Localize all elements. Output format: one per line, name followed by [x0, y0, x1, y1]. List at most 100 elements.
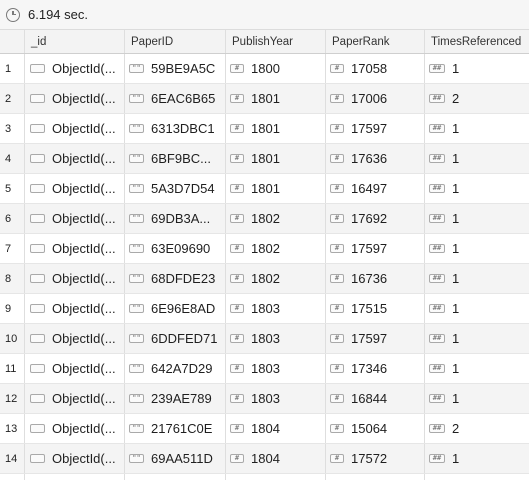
cell-paperid[interactable]: "" 6E96E8AD — [125, 294, 226, 323]
cell-id[interactable]: ObjectId(... — [25, 414, 125, 443]
cell-id[interactable]: ObjectId(... — [25, 174, 125, 203]
column-header-id[interactable]: _id — [25, 30, 125, 53]
cell-publishyear[interactable]: #1801 — [226, 84, 326, 113]
cell-publishyear[interactable]: #1803 — [226, 294, 326, 323]
cell-publishyear[interactable]: #1802 — [226, 264, 326, 293]
cell-timesreferenced[interactable]: ## 2 — [425, 414, 529, 443]
cell-paperid[interactable]: "" 68DFDE23 — [125, 264, 226, 293]
row-number[interactable]: 14 — [0, 444, 25, 473]
cell-id[interactable]: ObjectId(... — [25, 54, 125, 83]
row-number[interactable]: 7 — [0, 234, 25, 263]
cell-timesreferenced[interactable]: ## 1 — [425, 354, 529, 383]
cell-timesreferenced[interactable]: ## 1 — [425, 264, 529, 293]
cell-publishyear[interactable]: #1803 — [226, 324, 326, 353]
row-number[interactable]: 4 — [0, 144, 25, 173]
row-number[interactable]: 13 — [0, 414, 25, 443]
cell-paperid[interactable]: "" 6DDFED71 — [125, 324, 226, 353]
cell-publishyear[interactable]: #1802 — [226, 204, 326, 233]
cell-id[interactable]: ObjectId(... — [25, 204, 125, 233]
row-number[interactable]: 6 — [0, 204, 25, 233]
cell-paperrank[interactable]: #17597 — [326, 114, 425, 143]
table-row[interactable]: 8 ObjectId(... "" 68DFDE23 #1802 #16736 ## 1 — [0, 264, 529, 294]
cell-paperid[interactable]: "" 6BF9BC... — [125, 144, 226, 173]
row-number[interactable]: 8 — [0, 264, 25, 293]
cell-paperrank[interactable]: #16736 — [326, 264, 425, 293]
cell-publishyear[interactable]: #1802 — [226, 234, 326, 263]
cell-publishyear[interactable]: #1804 — [226, 414, 326, 443]
row-number[interactable]: 9 — [0, 294, 25, 323]
cell-paperid[interactable]: "" 21761C0E — [125, 414, 226, 443]
cell-id[interactable]: ObjectId(... — [25, 264, 125, 293]
cell-paperid[interactable]: "" 239AE789 — [125, 384, 226, 413]
row-number[interactable]: 10 — [0, 324, 25, 353]
cell-publishyear[interactable]: #1801 — [226, 174, 326, 203]
cell-publishyear[interactable]: #1804 — [226, 444, 326, 473]
table-row[interactable]: 5 ObjectId(... "" 5A3D7D54 #1801 #16497 ## 1 — [0, 174, 529, 204]
cell-timesreferenced[interactable]: ## 1 — [425, 384, 529, 413]
cell-timesreferenced[interactable]: ## 1 — [425, 294, 529, 323]
table-row[interactable]: 9 ObjectId(... "" 6E96E8AD #1803 #17515 ## 1 — [0, 294, 529, 324]
cell-paperrank[interactable]: #16844 — [326, 384, 425, 413]
column-header-paperrank[interactable]: PaperRank — [326, 30, 425, 53]
cell-timesreferenced[interactable]: ## 1 — [425, 234, 529, 263]
cell-paperrank[interactable]: #17597 — [326, 324, 425, 353]
table-row[interactable]: 6 ObjectId(... "" 69DB3A... #1802 #17692 ## 1 — [0, 204, 529, 234]
row-number[interactable]: 5 — [0, 174, 25, 203]
table-row[interactable]: 2 ObjectId(... "" 6EAC6B65 #1801 #17006 ## 2 — [0, 84, 529, 114]
cell-paperid[interactable]: "" 69AA511D — [125, 444, 226, 473]
cell-id[interactable]: ObjectId(... — [25, 114, 125, 143]
row-number[interactable]: 11 — [0, 354, 25, 383]
table-row[interactable]: 13 ObjectId(... "" 21761C0E #1804 #15064 ## 2 — [0, 414, 529, 444]
cell-paperid[interactable]: "" 6313DBC1 — [125, 114, 226, 143]
cell-id[interactable]: ObjectId(... — [25, 84, 125, 113]
cell-paperrank[interactable]: #15064 — [326, 414, 425, 443]
cell-paperrank[interactable]: #17636 — [326, 144, 425, 173]
table-row[interactable]: 4 ObjectId(... "" 6BF9BC... #1801 #17636 ## 1 — [0, 144, 529, 174]
cell-paperrank[interactable]: #17692 — [326, 204, 425, 233]
column-header-paperid[interactable]: PaperID — [125, 30, 226, 53]
cell-paperrank[interactable]: #17572 — [326, 444, 425, 473]
cell-timesreferenced[interactable]: ## 2 — [425, 84, 529, 113]
cell-timesreferenced[interactable]: ## 1 — [425, 114, 529, 143]
table-row[interactable]: 3 ObjectId(... "" 6313DBC1 #1801 #17597 ## 1 — [0, 114, 529, 144]
cell-paperrank[interactable]: #17006 — [326, 84, 425, 113]
cell-paperrank[interactable]: #17346 — [326, 354, 425, 383]
cell-timesreferenced[interactable]: ## 1 — [425, 144, 529, 173]
table-row[interactable]: 1 ObjectId(... "" 59BE9A5C #1800 #17058 ## 1 — [0, 54, 529, 84]
row-number[interactable]: 12 — [0, 384, 25, 413]
cell-publishyear[interactable]: #1801 — [226, 144, 326, 173]
cell-id[interactable]: ObjectId(... — [25, 444, 125, 473]
cell-id[interactable]: ObjectId(... — [25, 384, 125, 413]
cell-timesreferenced[interactable]: ## 1 — [425, 204, 529, 233]
table-row[interactable]: 12 ObjectId(... "" 239AE789 #1803 #16844 ## 1 — [0, 384, 529, 414]
cell-paperid[interactable]: "" 63E09690 — [125, 234, 226, 263]
cell-id[interactable]: ObjectId(... — [25, 324, 125, 353]
cell-publishyear[interactable]: #1803 — [226, 384, 326, 413]
row-number[interactable]: 2 — [0, 84, 25, 113]
cell-timesreferenced[interactable]: ## 1 — [425, 174, 529, 203]
cell-id[interactable]: ObjectId(... — [25, 234, 125, 263]
cell-publishyear[interactable]: #1800 — [226, 54, 326, 83]
cell-timesreferenced[interactable]: ## 1 — [425, 444, 529, 473]
cell-id[interactable]: ObjectId(... — [25, 144, 125, 173]
row-number[interactable]: 3 — [0, 114, 25, 143]
cell-paperrank[interactable]: #17058 — [326, 54, 425, 83]
table-row[interactable]: 14 ObjectId(... "" 69AA511D #1804 #17572 ## 1 — [0, 444, 529, 474]
column-header-publishyear[interactable]: PublishYear — [226, 30, 326, 53]
table-row[interactable]: 7 ObjectId(... "" 63E09690 #1802 #17597 ## 1 — [0, 234, 529, 264]
cell-paperrank[interactable]: #17597 — [326, 234, 425, 263]
cell-paperid[interactable]: "" 59BE9A5C — [125, 54, 226, 83]
cell-paperid[interactable]: "" 6EAC6B65 — [125, 84, 226, 113]
row-number[interactable]: 1 — [0, 54, 25, 83]
cell-id[interactable]: ObjectId(... — [25, 354, 125, 383]
cell-paperid[interactable]: "" 5A3D7D54 — [125, 174, 226, 203]
cell-publishyear[interactable]: #1803 — [226, 354, 326, 383]
cell-paperid[interactable]: "" 69DB3A... — [125, 204, 226, 233]
cell-timesreferenced[interactable]: ## 1 — [425, 54, 529, 83]
column-header-timesreferenced[interactable]: TimesReferenced — [425, 30, 529, 53]
table-row[interactable]: 10 ObjectId(... "" 6DDFED71 #1803 #17597 ## 1 — [0, 324, 529, 354]
column-header-rownum[interactable] — [0, 30, 25, 53]
cell-paperid[interactable]: "" 642A7D29 — [125, 354, 226, 383]
table-row[interactable]: 11 ObjectId(... "" 642A7D29 #1803 #17346 ## 1 — [0, 354, 529, 384]
cell-id[interactable]: ObjectId(... — [25, 294, 125, 323]
